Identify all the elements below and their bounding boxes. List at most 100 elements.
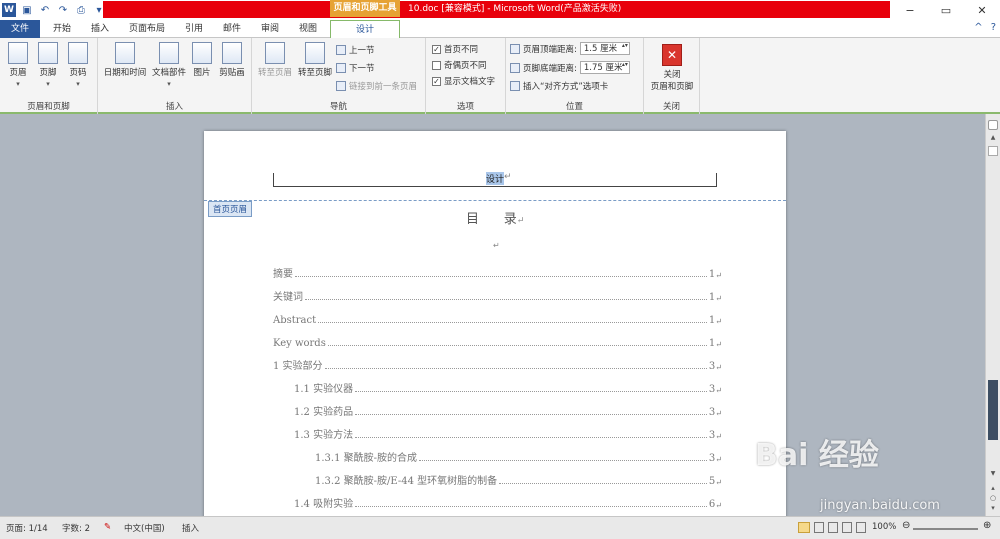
scroll-up-icon[interactable]: ▲ — [988, 134, 998, 142]
toc-entry[interactable]: 1 实验部分 3 ↵ — [273, 358, 722, 372]
draft-icon[interactable] — [856, 522, 866, 533]
scroll-thumb[interactable] — [988, 146, 998, 156]
toc-entry[interactable]: 摘要 1 ↵ — [273, 266, 722, 280]
toc-leader-dots — [499, 483, 707, 484]
group-label: 选项 — [456, 102, 474, 112]
zoom-level[interactable]: 100% — [872, 522, 896, 532]
page-number-icon — [68, 42, 88, 64]
tab-references[interactable]: 引用 — [176, 20, 212, 38]
tab-page-layout[interactable]: 页面布局 — [122, 20, 172, 38]
footer-distance-input[interactable]: 1.75 厘米 — [579, 61, 630, 74]
tab-right-icons: ^ ? — [974, 22, 996, 33]
status-insert-mode[interactable]: 插入 — [182, 522, 199, 534]
vertical-scrollbar[interactable]: ▲ ▼ ▴ ○ ▾ — [985, 114, 1000, 516]
word-icon[interactable]: W — [2, 3, 16, 17]
toc-entry[interactable]: 1.3.1 聚酰胺-胺的合成 3 ↵ — [315, 450, 722, 464]
proofing-icon[interactable]: ✎ — [104, 522, 111, 532]
tab-review[interactable]: 审阅 — [252, 20, 288, 38]
close-header-footer-button[interactable]: ✕ 关闭 页眉和页脚 — [647, 44, 697, 92]
para-mark: ↵ — [715, 386, 722, 395]
checkbox-checked-icon: ✓ — [432, 44, 441, 54]
browse-object-icon[interactable]: ○ — [988, 494, 998, 502]
zoom-out-icon[interactable]: ⊖ — [902, 520, 910, 531]
redo-icon[interactable]: ↷ — [56, 3, 70, 17]
toc-entry[interactable]: 1.1 实验仪器 3 ↵ — [294, 381, 722, 395]
goto-header-button[interactable]: 转至页眉 — [256, 42, 294, 78]
status-page[interactable]: 页面: 1/14 — [6, 522, 48, 534]
header-button[interactable]: 页眉 ▾ — [6, 42, 30, 88]
restore-button[interactable]: ▭ — [928, 0, 964, 20]
full-screen-reading-icon[interactable] — [814, 522, 824, 533]
minimize-button[interactable]: − — [892, 0, 928, 20]
help-icon[interactable]: ? — [991, 22, 996, 33]
group-close: ✕ 关闭 页眉和页脚 关闭 — [644, 38, 700, 114]
toc-entry-text: 1.2 实验药品 — [294, 407, 354, 418]
status-language[interactable]: 中文(中国) — [124, 522, 165, 534]
toc-entry-text: 1.3.2 聚酰胺-胺/E-44 型环氧树脂的制备 — [315, 476, 498, 487]
prev-section-button[interactable]: 上一节 — [336, 44, 375, 56]
toc-entry[interactable]: Abstract 1 ↵ — [273, 312, 722, 326]
next-section-button[interactable]: 下一节 — [336, 62, 375, 74]
diff-odd-even-checkbox[interactable]: 奇偶页不同 — [432, 59, 487, 71]
prev-page-icon[interactable]: ▴ — [988, 484, 998, 492]
toc-entry-text: 1.4 吸附实验 — [294, 499, 354, 510]
page-number-button[interactable]: 页码 ▾ — [66, 42, 90, 88]
print-icon[interactable]: ⎙ — [74, 3, 88, 17]
calendar-icon — [115, 42, 135, 64]
next-section-icon — [336, 63, 346, 73]
toc-entry[interactable]: 1.4 吸附实验 6 ↵ — [294, 496, 722, 510]
window-controls: − ▭ ✕ — [892, 0, 1000, 20]
zoom-slider[interactable] — [913, 528, 978, 530]
link-previous-button[interactable]: 链接到前一条页眉 — [336, 80, 417, 92]
docparts-button[interactable]: 文档部件 ▾ — [150, 42, 188, 88]
show-text-checkbox[interactable]: ✓ 显示文档文字 — [432, 75, 495, 87]
picture-button[interactable]: 图片 — [190, 42, 214, 78]
toc-entry[interactable]: 1.3 实验方法 3 ↵ — [294, 427, 722, 441]
tab-insert[interactable]: 插入 — [82, 20, 118, 38]
tab-view[interactable]: 视图 — [290, 20, 326, 38]
goto-footer-button[interactable]: 转至页脚 — [296, 42, 334, 78]
quick-access-toolbar: W ▣ ↶ ↷ ⎙ ▾ — [0, 0, 106, 20]
scroll-down-icon[interactable]: ▼ — [988, 470, 998, 477]
status-words[interactable]: 字数: 2 — [62, 522, 90, 534]
tab-home[interactable]: 开始 — [44, 20, 80, 38]
para-mark: ↵ — [504, 172, 512, 182]
save-icon[interactable]: ▣ — [20, 3, 34, 17]
document-page[interactable]: 设计 ↵ 首页页眉 目 录↵ ↵ 摘要 1 ↵ 关键词 1 ↵ Abstract 1 ↵ Key w… — [204, 131, 786, 521]
tab-mailings[interactable]: 邮件 — [214, 20, 250, 38]
group-navigation: 转至页眉 转至页脚 上一节 下一节 链接到前一条页眉 导航 — [252, 38, 426, 114]
header-distance-input[interactable]: 1.5 厘米 — [579, 42, 630, 55]
toc-entry[interactable]: 关键词 1 ↵ — [273, 289, 722, 303]
toc-entry[interactable]: 1.3.2 聚酰胺-胺/E-44 型环氧树脂的制备 5 ↵ — [315, 473, 722, 487]
undo-icon[interactable]: ↶ — [38, 3, 52, 17]
toc-leader-dots — [355, 437, 707, 438]
tab-file[interactable]: 文件 — [0, 20, 40, 38]
para-mark: ↵ — [715, 501, 722, 510]
toc-entry[interactable]: 1.2 实验药品 3 ↵ — [294, 404, 722, 418]
web-layout-icon[interactable] — [828, 522, 838, 533]
baidu-watermark: Bai 经验 — [755, 438, 879, 473]
footer-icon — [38, 42, 58, 64]
datetime-button[interactable]: 日期和时间 — [102, 42, 148, 78]
insert-align-tab-button[interactable]: 插入“对齐方式”选项卡 — [510, 80, 608, 92]
toc-leader-dots — [355, 391, 707, 392]
checkbox-checked-icon: ✓ — [432, 76, 441, 86]
zoom-in-icon[interactable]: ⊕ — [983, 520, 991, 531]
close-button[interactable]: ✕ — [964, 0, 1000, 20]
toc-entry[interactable]: Key words 1 ↵ — [273, 335, 722, 349]
outline-icon[interactable] — [842, 522, 852, 533]
header-content[interactable]: 设计 ↵ — [486, 172, 512, 185]
minimize-ribbon-icon[interactable]: ^ — [974, 22, 982, 33]
toc-entry-text: 1.1 实验仪器 — [294, 384, 354, 395]
clipart-button[interactable]: 剪贴画 — [216, 42, 248, 78]
next-page-icon[interactable]: ▾ — [988, 504, 998, 512]
ruler-toggle-icon[interactable] — [988, 120, 998, 130]
align-tab-icon — [510, 81, 520, 91]
diff-first-checkbox[interactable]: ✓ 首页不同 — [432, 43, 478, 55]
print-layout-icon[interactable] — [798, 522, 810, 533]
toc-leader-dots — [327, 345, 707, 346]
para-mark: ↵ — [715, 455, 722, 464]
baidu-watermark-url: jingyan.baidu.com — [820, 498, 940, 513]
tab-design[interactable]: 设计 — [330, 20, 400, 39]
footer-button[interactable]: 页脚 ▾ — [36, 42, 60, 88]
